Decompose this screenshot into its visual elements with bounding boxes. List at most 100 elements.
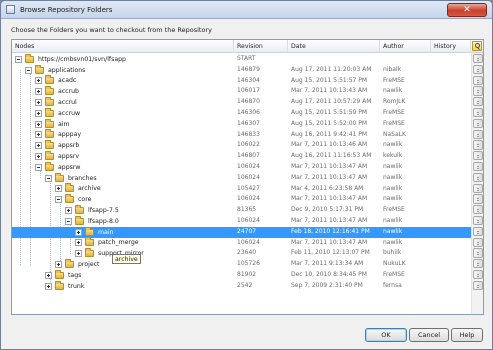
row-checkbox[interactable] — [473, 270, 483, 280]
collapse-toggle-icon[interactable] — [55, 196, 62, 204]
expand-toggle-icon[interactable] — [75, 239, 82, 247]
row-checkbox[interactable] — [473, 129, 483, 139]
row-selection-column — [471, 53, 483, 314]
tree-row[interactable]: appsrv 146807 Aug 16, 2011 11:16:53 AM keku… — [12, 151, 471, 162]
tree-node: tags — [45, 269, 81, 281]
magnifier-icon[interactable] — [472, 41, 482, 51]
tree-row[interactable]: acadc 146304 Aug 15, 2011 5:51:57 PM FreMSE — [12, 75, 471, 87]
row-checkbox[interactable] — [473, 75, 483, 85]
row-checkbox[interactable] — [473, 216, 483, 226]
help-button[interactable]: Help — [451, 328, 483, 342]
column-header-date[interactable]: Date — [288, 40, 380, 53]
tree-row[interactable]: https://cmbsvn01/svn/lfsapp START — [12, 54, 471, 65]
row-checkbox[interactable] — [473, 172, 483, 183]
expand-toggle-icon[interactable] — [45, 271, 52, 279]
row-checkbox[interactable] — [473, 140, 483, 150]
tree-row[interactable]: patch_merge 106024 Mar 7, 2011 10:13:47 AM… — [12, 237, 471, 249]
tree-row[interactable]: main 24707 Feb 18, 2010 12:16:41 PM nawlik — [12, 226, 471, 238]
expand-toggle-icon[interactable] — [45, 282, 52, 290]
expand-toggle-icon[interactable] — [35, 77, 42, 85]
tree-row[interactable]: appsrw 106024 Mar 7, 2011 10:13:47 AM nawli… — [12, 161, 471, 173]
cancel-button[interactable]: Cancel — [409, 328, 449, 342]
row-checkbox[interactable] — [473, 280, 483, 291]
expand-toggle-icon[interactable] — [35, 109, 42, 117]
row-checkbox[interactable] — [473, 162, 483, 172]
tree-node: trunk — [45, 280, 84, 292]
author-cell: NukuLK — [383, 260, 406, 268]
expand-toggle-icon[interactable] — [55, 185, 62, 193]
tree-row[interactable]: accrub 106017 Mar 7, 2011 10:13:43 AM nawli… — [12, 86, 471, 97]
collapse-toggle-icon[interactable] — [45, 174, 52, 182]
tree-row[interactable]: support_mirror23640Feb 11, 2010 12:13:07… — [12, 248, 471, 259]
column-header-author[interactable]: Author — [380, 40, 431, 53]
title-bar[interactable]: Browse Repository Folders ✕ — [1, 1, 492, 19]
expand-toggle-icon[interactable] — [65, 207, 72, 215]
author-cell: FreMSE — [383, 271, 405, 278]
node-label: appsrb — [58, 142, 80, 150]
folder-icon — [55, 269, 64, 279]
date-cell: Sep 7, 2009 2:31:40 PM — [291, 281, 363, 289]
revision-cell: 106024 — [237, 217, 260, 224]
tree-row[interactable]: applications 146879 Aug 17, 2011 11:20:03 … — [12, 64, 471, 76]
collapse-toggle-icon[interactable] — [65, 217, 72, 225]
tree-row[interactable]: accruw 146306 Aug 15, 2011 5:51:59 PM FreMS… — [12, 107, 471, 119]
expand-toggle-icon[interactable] — [35, 88, 42, 96]
column-header-revision[interactable]: Revision — [234, 40, 288, 53]
row-checkbox[interactable] — [473, 205, 483, 215]
collapse-toggle-icon[interactable] — [25, 66, 32, 74]
tree-row[interactable]: aim 146307 Aug 15, 2011 5:52:00 PM FreMSE — [12, 118, 471, 130]
tree-row[interactable]: core 106024 Mar 7, 2011 10:13:47 AM nawlik — [12, 194, 471, 205]
author-cell: nawlik — [383, 217, 403, 224]
tree-row[interactable]: lfsapp-8.0 106024 Mar 7, 2011 10:13:47 AM n… — [12, 215, 471, 227]
tree-row[interactable]: appsrb 106022 Mar 7, 2011 10:13:46 AM nawli… — [12, 140, 471, 151]
folder-icon — [85, 237, 94, 247]
row-checkbox[interactable] — [473, 183, 483, 193]
row-checkbox[interactable] — [473, 54, 483, 64]
column-header-history[interactable]: History — [431, 40, 471, 53]
row-checkbox[interactable] — [473, 118, 483, 129]
tree-row[interactable]: apppay 146833 Aug 16, 2011 9:42:41 PM NaSaL… — [12, 129, 471, 141]
row-checkbox[interactable] — [473, 97, 483, 107]
collapse-toggle-icon[interactable] — [35, 163, 42, 171]
tree-node: accrub — [35, 86, 79, 97]
tree-row[interactable]: lfsapp-7.5 81365 Dec 9, 2010 5:17:31 PM Fre… — [12, 205, 471, 216]
folder-icon — [45, 97, 54, 107]
row-checkbox[interactable] — [473, 151, 483, 161]
tree-row[interactable]: trunk 2542 Sep 7, 2009 2:31:40 PM fernsa — [12, 280, 471, 292]
author-cell: NaSaLK — [383, 130, 406, 138]
tree-row[interactable]: project 105726 Mar 7, 2011 9:13:34 AM NukuL… — [12, 259, 471, 270]
tree-row[interactable]: accrul 146870 Aug 17, 2011 10:57:29 AM RomJ… — [12, 97, 471, 108]
node-label: branches — [68, 174, 97, 182]
row-checkbox[interactable] — [473, 86, 483, 96]
row-checkbox[interactable] — [473, 259, 483, 269]
expand-toggle-icon[interactable] — [35, 120, 42, 128]
collapse-toggle-icon[interactable] — [15, 55, 22, 63]
revision-cell: 146306 — [237, 109, 260, 116]
row-checkbox[interactable] — [473, 64, 483, 75]
tree-row[interactable]: archive 105427 Mar 4, 2011 6:23:58 AM nawli… — [12, 183, 471, 195]
row-checkbox[interactable] — [473, 226, 483, 237]
row-checkbox[interactable] — [473, 108, 483, 118]
revision-cell: 106017 — [237, 87, 260, 95]
tree-row[interactable]: branches 106024 Mar 7, 2011 10:13:47 AM naw… — [12, 172, 471, 184]
expand-toggle-icon[interactable] — [35, 153, 42, 161]
expand-toggle-icon[interactable] — [75, 250, 82, 258]
expand-toggle-icon[interactable] — [75, 228, 82, 236]
revision-cell: 23640 — [237, 249, 257, 257]
expand-toggle-icon[interactable] — [35, 131, 42, 139]
tree-row[interactable]: tags 81902 Dec 10, 2010 8:34:45 PM FreMSE — [12, 269, 471, 281]
date-cell: Mar 7, 2011 10:13:47 AM — [291, 238, 368, 246]
close-button[interactable]: ✕ — [447, 3, 487, 17]
folder-icon — [65, 183, 74, 193]
expand-toggle-icon[interactable] — [35, 99, 42, 107]
row-checkbox[interactable] — [473, 194, 483, 204]
row-checkbox[interactable] — [473, 237, 483, 247]
date-cell: Mar 7, 2011 9:13:34 AM — [291, 260, 364, 268]
folder-icon — [85, 226, 94, 236]
tree-node: https://cmbsvn01/svn/lfsapp — [15, 54, 126, 65]
ok-button[interactable]: OK — [365, 328, 407, 342]
expand-toggle-icon[interactable] — [55, 261, 62, 269]
row-checkbox[interactable] — [473, 248, 483, 258]
expand-toggle-icon[interactable] — [35, 142, 42, 150]
column-header-nodes[interactable]: Nodes — [12, 40, 234, 53]
